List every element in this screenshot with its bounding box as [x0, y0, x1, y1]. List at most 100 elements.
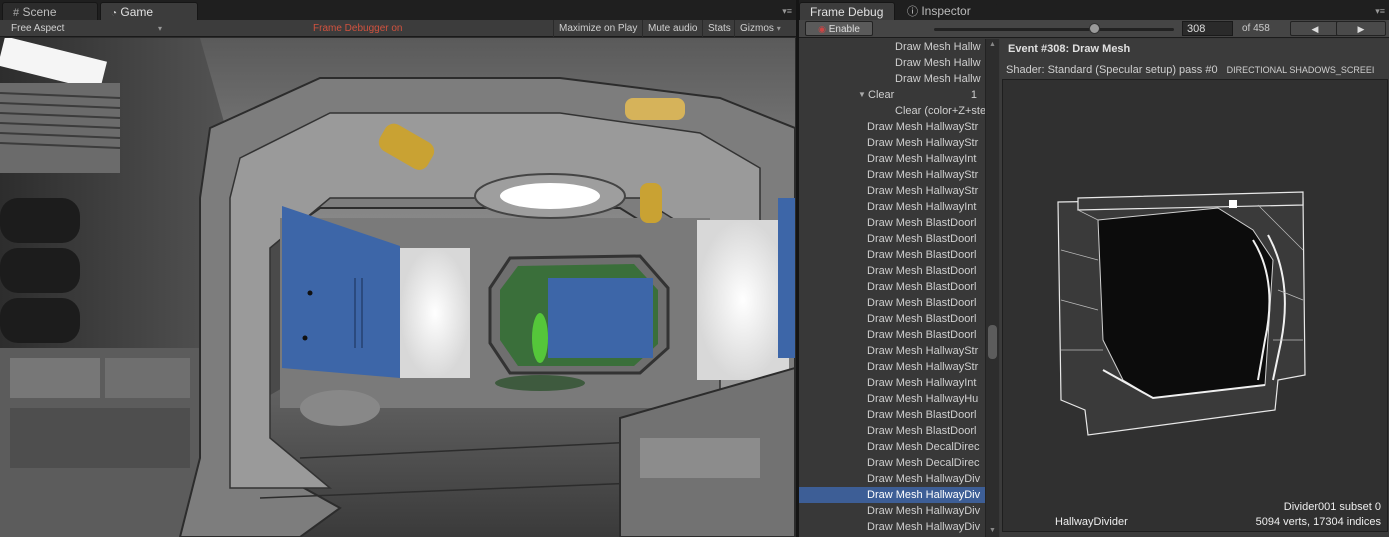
- tree-row-label: Draw Mesh HallwayStr: [867, 185, 979, 197]
- maximize-on-play-button[interactable]: Maximize on Play: [553, 20, 642, 37]
- tree-row[interactable]: Draw Mesh HallwayStr: [799, 119, 985, 135]
- game-toolbar: Free Aspect ▾ Frame Debugger on Maximize…: [0, 20, 796, 37]
- mesh-wireframe: [1057, 191, 1306, 436]
- tree-row-label: Draw Mesh HallwayStr: [867, 345, 979, 357]
- tab-inspector[interactable]: ⓘ Inspector: [897, 2, 997, 20]
- tree-row[interactable]: Draw Mesh HallwayDiv: [799, 519, 985, 535]
- tree-row-label: Draw Mesh HallwayStr: [867, 361, 979, 373]
- tree-row[interactable]: Draw Mesh HallwayDiv: [799, 487, 985, 503]
- tab-scene[interactable]: # Scene: [2, 2, 98, 20]
- tree-row-label: Draw Mesh HallwayStr: [867, 169, 979, 181]
- next-event-button[interactable]: ▶: [1336, 21, 1386, 36]
- tree-row[interactable]: Draw Mesh Hallw: [799, 55, 985, 71]
- tree-row-label: Draw Mesh Hallw: [895, 57, 981, 69]
- aspect-dropdown[interactable]: Free Aspect ▾: [6, 20, 166, 37]
- stats-button[interactable]: Stats: [702, 20, 736, 37]
- tree-row[interactable]: Draw Mesh HallwayStr: [799, 167, 985, 183]
- tree-row[interactable]: ▼ Clear 1: [799, 87, 985, 103]
- tree-row-label: Draw Mesh HallwayStr: [867, 121, 979, 133]
- enable-label: Enable: [828, 24, 860, 35]
- tree-row[interactable]: Draw Mesh HallwayInt: [799, 375, 985, 391]
- info-icon: ⓘ: [907, 6, 918, 18]
- dropdown-arrow-icon: ▾: [776, 24, 781, 33]
- tree-row-label: Draw Mesh BlastDoorl: [867, 329, 977, 341]
- right-tab-bar: Frame Debug ⓘ Inspector ▾≡: [799, 0, 1389, 20]
- tree-row[interactable]: Draw Mesh HallwayStr: [799, 135, 985, 151]
- panel-menu-icon[interactable]: ▾≡: [782, 6, 792, 17]
- tree-row[interactable]: Draw Mesh HallwayStr: [799, 343, 985, 359]
- tab-scene-label: Scene: [22, 5, 57, 19]
- tree-row-label: Draw Mesh HallwayDiv: [867, 489, 981, 501]
- expand-arrow-icon[interactable]: ▼: [858, 87, 866, 103]
- game-viewport[interactable]: [0, 38, 795, 537]
- mesh-stats-label: 5094 verts, 17304 indices: [1255, 516, 1381, 528]
- tree-row-label: Draw Mesh BlastDoorl: [867, 281, 977, 293]
- subset-label: Divider001 subset 0: [1283, 501, 1381, 513]
- tree-row[interactable]: Draw Mesh DecalDirec: [799, 455, 985, 471]
- tree-row[interactable]: Draw Mesh HallwayDiv: [799, 503, 985, 519]
- tree-row[interactable]: Draw Mesh HallwayStr: [799, 359, 985, 375]
- tab-inspector-label: Inspector: [921, 4, 971, 18]
- shader-keywords: DIRECTIONAL SHADOWS_SCREEI: [1226, 65, 1375, 75]
- tree-row[interactable]: Draw Mesh HallwayDiv: [799, 471, 985, 487]
- enable-button[interactable]: ◉ Enable: [805, 21, 873, 36]
- tree-row[interactable]: Draw Mesh BlastDoorl: [799, 311, 985, 327]
- game-view-panel: # Scene ◔ Game ▾≡ Free Aspect ▾ Frame De…: [0, 0, 796, 537]
- tree-row[interactable]: Draw Mesh BlastDoorl: [799, 279, 985, 295]
- tree-row[interactable]: Draw Mesh BlastDoorl: [799, 247, 985, 263]
- event-slider-knob[interactable]: [1089, 23, 1101, 34]
- tree-row-label: Draw Mesh BlastDoorl: [867, 425, 977, 437]
- draw-call-tree[interactable]: Draw Mesh Hallw Draw Mesh Hallw Draw Mesh …: [799, 39, 985, 537]
- mesh-name-label: HallwayDivider: [1055, 516, 1128, 528]
- tree-row-label: Draw Mesh BlastDoorl: [867, 265, 977, 277]
- tree-row[interactable]: Draw Mesh HallwayInt: [799, 199, 985, 215]
- mute-audio-button[interactable]: Mute audio: [642, 20, 702, 37]
- prev-event-button[interactable]: ◀: [1290, 21, 1340, 36]
- tree-row-label: Draw Mesh BlastDoorl: [867, 409, 977, 421]
- tab-frame-debug-label: Frame Debug: [810, 5, 884, 19]
- tree-row[interactable]: Draw Mesh HallwayStr: [799, 183, 985, 199]
- tree-row-label: Draw Mesh BlastDoorl: [867, 297, 977, 309]
- tab-game[interactable]: ◔ Game: [100, 2, 198, 20]
- tree-row[interactable]: Clear (color+Z+ste: [799, 103, 985, 119]
- tree-row[interactable]: Draw Mesh HallwayInt: [799, 151, 985, 167]
- tree-row[interactable]: Draw Mesh BlastDoorl: [799, 295, 985, 311]
- mesh-preview[interactable]: HallwayDivider Divider001 subset 0 5094 …: [1002, 79, 1388, 532]
- tree-row-label: Draw Mesh DecalDirec: [867, 441, 980, 453]
- scroll-down-icon[interactable]: ▼: [989, 527, 996, 534]
- tab-frame-debug[interactable]: Frame Debug: [799, 2, 895, 20]
- gizmos-label: Gizmos: [740, 23, 774, 34]
- event-slider[interactable]: [934, 28, 1174, 31]
- tree-row-label: Draw Mesh HallwayDiv: [867, 505, 981, 517]
- tree-row[interactable]: Draw Mesh DecalDirec: [799, 439, 985, 455]
- tab-game-label: Game: [120, 5, 154, 19]
- tree-row[interactable]: Draw Mesh Hallw: [799, 71, 985, 87]
- tree-row[interactable]: Draw Mesh BlastDoorl: [799, 215, 985, 231]
- tree-row-label: Draw Mesh HallwayDiv: [867, 521, 981, 533]
- tree-scrollbar[interactable]: ▲ ▼: [985, 39, 999, 537]
- tree-row[interactable]: Draw Mesh BlastDoorl: [799, 407, 985, 423]
- grid-icon: #: [13, 7, 20, 19]
- tree-row[interactable]: Draw Mesh BlastDoorl: [799, 231, 985, 247]
- tree-row[interactable]: Draw Mesh HallwayHu: [799, 391, 985, 407]
- left-tab-bar: # Scene ◔ Game ▾≡: [0, 0, 796, 20]
- tree-row[interactable]: Draw Mesh BlastDoorl: [799, 327, 985, 343]
- panel-menu-icon[interactable]: ▾≡: [1375, 6, 1385, 17]
- tree-row-label: Draw Mesh BlastDoorl: [867, 217, 977, 229]
- scroll-up-icon[interactable]: ▲: [989, 41, 996, 48]
- pacman-icon: ◔: [111, 8, 118, 19]
- tree-row-label: Draw Mesh HallwayDiv: [867, 473, 981, 485]
- dropdown-arrow-icon: ▾: [157, 24, 162, 33]
- gizmos-dropdown[interactable]: Gizmos ▾: [734, 20, 789, 37]
- tree-row[interactable]: Draw Mesh BlastDoorl: [799, 423, 985, 439]
- event-index-field[interactable]: 308: [1182, 21, 1233, 36]
- tree-row-label: Draw Mesh Hallw: [895, 73, 981, 85]
- tree-row-label: Draw Mesh BlastDoorl: [867, 249, 977, 261]
- scrollbar-thumb[interactable]: [988, 325, 997, 359]
- tree-row[interactable]: Draw Mesh BlastDoorl: [799, 263, 985, 279]
- tree-row-label: Draw Mesh HallwayStr: [867, 137, 979, 149]
- tree-row-count: 1: [970, 89, 977, 101]
- tree-row[interactable]: Draw Mesh Hallw: [799, 39, 985, 55]
- frame-debugger-status: Frame Debugger on: [313, 23, 403, 34]
- event-detail-pane: Event #308: Draw Mesh Shader: Standard (…: [1000, 39, 1389, 537]
